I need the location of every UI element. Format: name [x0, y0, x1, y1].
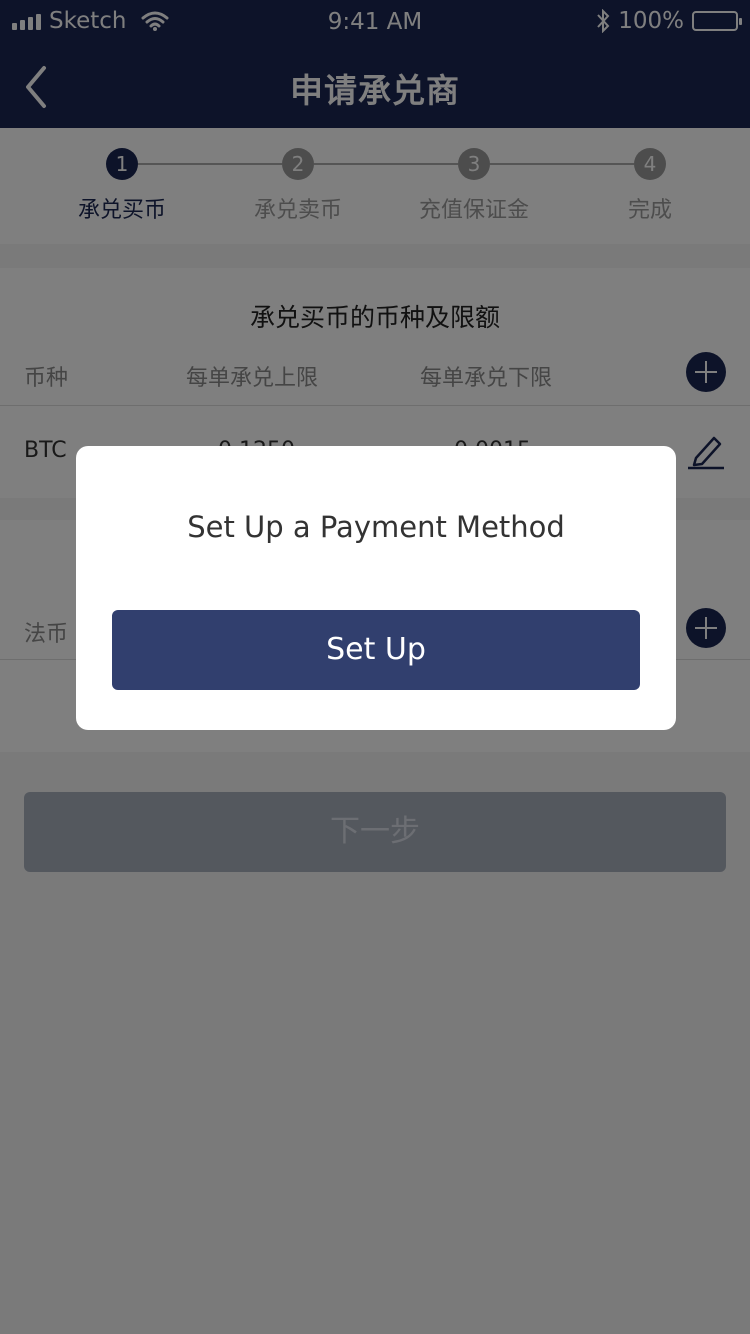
setup-button[interactable]: Set Up — [112, 610, 640, 690]
dialog-message: Set Up a Payment Method — [187, 510, 565, 544]
payment-method-dialog: Set Up a Payment Method Set Up — [76, 446, 676, 730]
